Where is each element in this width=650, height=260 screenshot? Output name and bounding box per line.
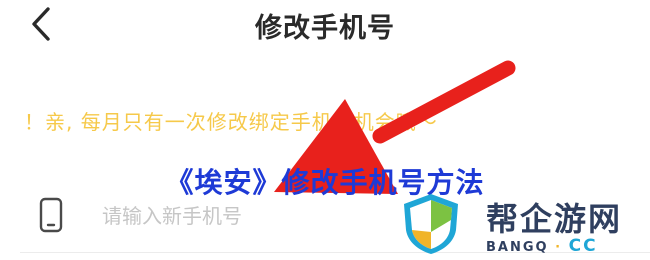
watermark-sub-dot: ·	[555, 240, 563, 255]
mobile-phone-icon	[39, 197, 63, 233]
watermark-name: 帮企游网	[486, 200, 623, 238]
limit-notice: ！亲, 每月只有一次修改绑定手机号机会哦～	[24, 110, 438, 134]
page-title: 修改手机号	[255, 13, 395, 44]
watermark-sub-left: BANGQ	[486, 240, 549, 255]
new-phone-input[interactable]	[100, 198, 394, 234]
watermark-logo: 帮企游网 BANGQ · CC	[400, 192, 650, 260]
top-bar: 修改手机号	[0, 0, 650, 48]
shield-logo-icon	[404, 194, 458, 254]
watermark-subtitle: BANGQ · CC	[486, 236, 598, 256]
watermark-sub-right: CC	[568, 236, 598, 256]
